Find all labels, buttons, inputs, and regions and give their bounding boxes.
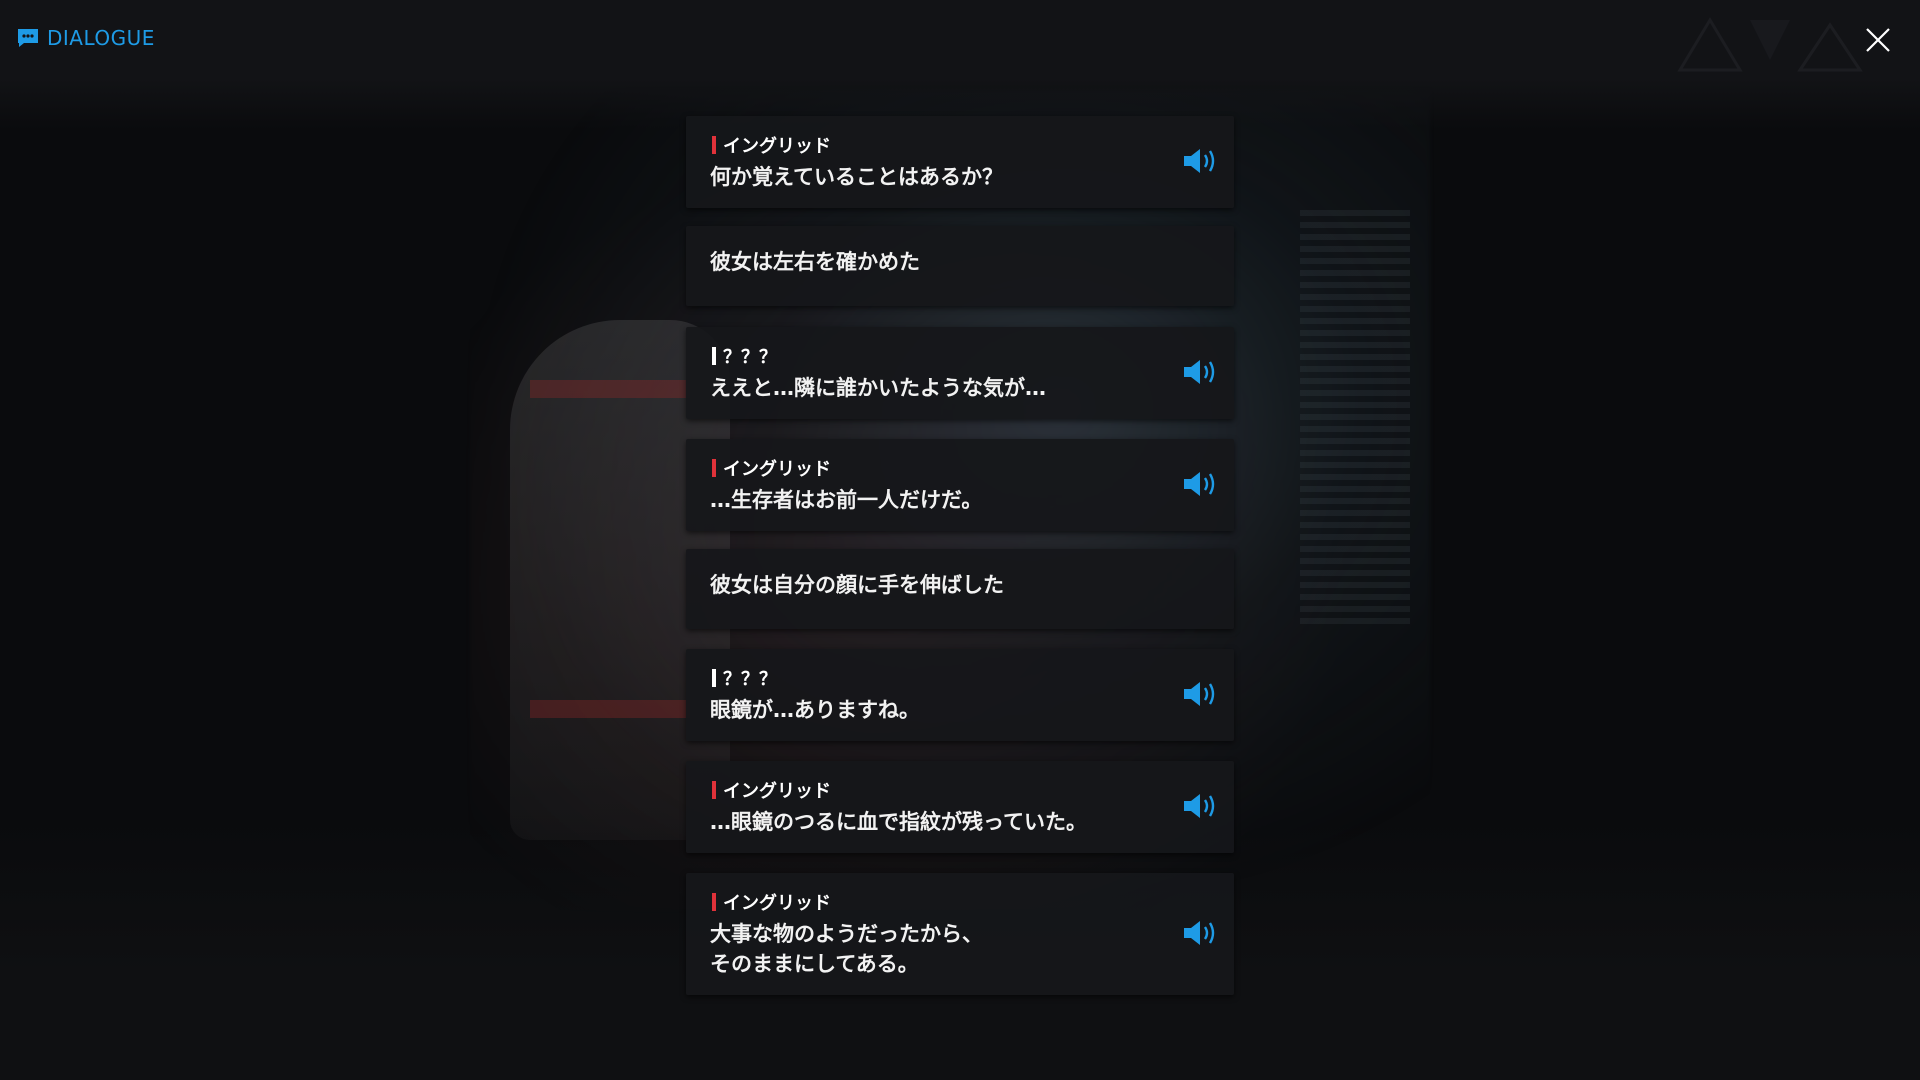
speaker-name: イングリッド [723,781,831,802]
speaker: ？？？ [712,665,777,691]
speaker-marker [712,347,716,365]
speaker-volume-icon [1184,149,1215,173]
speaker-marker [712,136,716,154]
close-button[interactable] [1862,24,1894,56]
dialogue-header: DIALOGUE [17,26,155,50]
coat-stripe [530,700,690,718]
speaker-marker [712,893,716,911]
voice-play-button[interactable] [1182,918,1220,948]
dialogue-text: …生存者はお前一人だけだ。 [710,488,983,512]
speaker-marker [712,669,716,687]
dialogue-entry: ？？？ ええと…隣に誰かいたような気が… [686,327,1234,419]
speaker-marker [712,459,716,477]
voice-play-button[interactable] [1182,357,1220,387]
header-bar [0,0,1920,130]
narration-text: 彼女は左右を確かめた [710,250,920,274]
speaker-volume-icon [1184,472,1215,496]
speaker-name: ？？？ [723,669,777,690]
voice-play-button[interactable] [1182,679,1220,709]
speaker-name: イングリッド [723,136,831,157]
speaker: イングリッド [712,889,831,915]
speaker-name: ？？？ [723,347,777,368]
voice-play-button[interactable] [1182,469,1220,499]
close-icon [1866,28,1890,52]
voice-play-button[interactable] [1182,146,1220,176]
speaker-volume-icon [1184,921,1215,945]
speaker-volume-icon [1184,360,1215,384]
speaker-volume-icon [1184,794,1215,818]
speaker-name: イングリッド [723,459,831,480]
dialogue-entry: イングリッド 何か覚えていることはあるか？ [686,116,1234,208]
dialogue-text: 眼鏡が…ありますね。 [710,698,920,722]
triangle-decoration [1677,17,1863,72]
speaker: イングリッド [712,777,831,803]
dialogue-text: ええと…隣に誰かいたような気が… [710,376,1046,400]
dialogue-entry: イングリッド …生存者はお前一人だけだ。 [686,439,1234,531]
dialogue-entry: ？？？ 眼鏡が…ありますね。 [686,649,1234,741]
dialogue-entry: イングリッド 大事な物のようだったから、 そのままにしてある。 [686,873,1234,995]
page-title: DIALOGUE [47,26,155,50]
dialogue-text: …眼鏡のつるに血で指紋が残っていた。 [710,810,1087,834]
speaker-marker [712,781,716,799]
chat-bubble-icon [18,29,38,47]
dialogue-entry: イングリッド …眼鏡のつるに血で指紋が残っていた。 [686,761,1234,853]
dialogue-entry: 彼女は左右を確かめた [686,226,1234,306]
coat-stripe [530,380,690,398]
dialogue-text: 大事な物のようだったから、 そのままにしてある。 [710,922,983,976]
speaker-name: イングリッド [723,893,831,914]
speaker: ？？？ [712,343,777,369]
dialogue-entry: 彼女は自分の顔に手を伸ばした [686,549,1234,629]
speaker-volume-icon [1184,682,1215,706]
narration-text: 彼女は自分の顔に手を伸ばした [710,573,1004,597]
voice-play-button[interactable] [1182,791,1220,821]
speaker: イングリッド [712,132,831,158]
dialogue-text: 何か覚えていることはあるか？ [710,165,1003,189]
speaker: イングリッド [712,455,831,481]
window-blinds [1300,210,1410,630]
